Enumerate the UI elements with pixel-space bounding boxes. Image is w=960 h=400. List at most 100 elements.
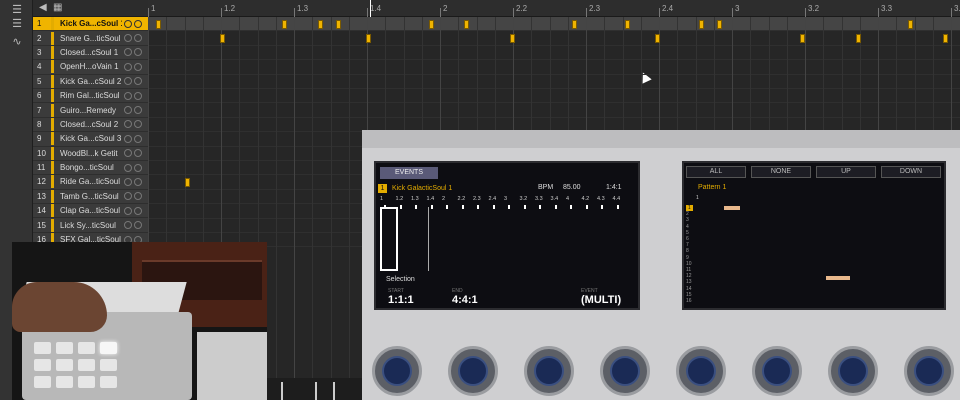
track-name[interactable]: Kick Ga...cSoul 2 (60, 77, 122, 86)
knob-4[interactable] (600, 346, 650, 396)
all-button[interactable]: ALL (686, 166, 746, 178)
note-event[interactable] (572, 19, 577, 29)
track-name[interactable]: Ride Ga...ticSoul (60, 177, 122, 186)
track-row[interactable]: 13 Tamb G...ticSoul (33, 189, 148, 205)
mute-icon[interactable] (124, 106, 132, 115)
track-row[interactable]: 12 Ride Ga...ticSoul (33, 175, 148, 190)
track-name[interactable]: OpenH...oVain 1 (60, 62, 122, 71)
track-row[interactable]: 1 Kick Ga...cSoul 1 (33, 17, 148, 32)
note-event[interactable] (717, 19, 722, 29)
solo-icon[interactable] (134, 177, 142, 186)
note-event[interactable] (943, 33, 948, 43)
mute-icon[interactable] (124, 120, 132, 129)
track-row[interactable]: 2 Snare G...ticSoul (33, 31, 148, 46)
note-event[interactable] (625, 19, 630, 29)
track-name[interactable]: Bongo...ticSoul (60, 163, 122, 172)
track-row[interactable]: 9 Kick Ga...cSoul 3 (33, 132, 148, 147)
note-event[interactable] (429, 19, 434, 29)
grid-icon[interactable]: ▦ (53, 2, 62, 13)
note-event[interactable] (282, 19, 287, 29)
track-name[interactable]: Lick Sy...ticSoul (60, 221, 122, 230)
track-row[interactable]: 7 Guiro...Remedy (33, 103, 148, 118)
mute-icon[interactable] (124, 34, 132, 43)
track-row[interactable]: 5 Kick Ga...cSoul 2 (33, 74, 148, 89)
solo-icon[interactable] (134, 221, 142, 230)
down-button[interactable]: DOWN (881, 166, 941, 178)
solo-icon[interactable] (134, 77, 142, 86)
solo-icon[interactable] (134, 120, 142, 129)
solo-icon[interactable] (134, 34, 142, 43)
note-event[interactable] (908, 19, 913, 29)
note-event[interactable] (510, 33, 515, 43)
grid-row[interactable] (148, 89, 960, 104)
mute-icon[interactable] (124, 62, 132, 71)
knob-6[interactable] (752, 346, 802, 396)
track-row[interactable]: 10 WoodBl...k Getit (33, 146, 148, 161)
grid-row[interactable] (148, 46, 960, 61)
solo-icon[interactable] (134, 48, 142, 57)
mute-icon[interactable] (124, 206, 132, 215)
knob-8[interactable] (904, 346, 954, 396)
track-row[interactable]: 6 Rim Gal...ticSoul (33, 88, 148, 104)
note-event[interactable] (185, 177, 190, 187)
note-event[interactable] (318, 19, 323, 29)
track-name[interactable]: Closed...cSoul 1 (60, 48, 122, 57)
solo-icon[interactable] (134, 91, 142, 100)
track-name[interactable]: Clap Ga...ticSoul (60, 206, 122, 215)
playhead[interactable] (370, 0, 371, 17)
mute-icon[interactable] (124, 77, 132, 86)
knob-5[interactable] (676, 346, 726, 396)
track-row[interactable]: 4 OpenH...oVain 1 (33, 60, 148, 75)
track-row[interactable]: 8 Closed...cSoul 2 (33, 117, 148, 133)
mute-icon[interactable] (124, 91, 132, 100)
up-button[interactable]: UP (816, 166, 876, 178)
knob-2[interactable] (448, 346, 498, 396)
knob-1[interactable] (372, 346, 422, 396)
note-event[interactable] (699, 19, 704, 29)
solo-icon[interactable] (134, 62, 142, 71)
grid-row[interactable] (148, 75, 960, 89)
solo-icon[interactable] (134, 206, 142, 215)
track-name[interactable]: Kick Ga...cSoul 1 (60, 19, 122, 28)
knob-3[interactable] (524, 346, 574, 396)
grid-row[interactable] (148, 31, 960, 46)
events-tab[interactable]: EVENTS (380, 167, 438, 179)
mute-icon[interactable] (124, 221, 132, 230)
mute-icon[interactable] (124, 192, 132, 201)
track-name[interactable]: Tamb G...ticSoul (60, 192, 122, 201)
mute-icon[interactable] (124, 177, 132, 186)
solo-icon[interactable] (134, 19, 142, 28)
mute-icon[interactable] (124, 19, 132, 28)
note-event[interactable] (366, 33, 371, 43)
mute-icon[interactable] (124, 48, 132, 57)
grid-row[interactable] (148, 17, 960, 32)
track-row[interactable]: 11 Bongo...ticSoul (33, 160, 148, 176)
note-event[interactable] (336, 19, 341, 29)
none-button[interactable]: NONE (751, 166, 811, 178)
note-event[interactable] (220, 33, 225, 43)
list-icon[interactable]: ☰ (8, 18, 26, 30)
track-row[interactable]: 14 Clap Ga...ticSoul (33, 204, 148, 219)
grid-row[interactable] (148, 103, 960, 118)
waveform-icon[interactable]: ∿ (8, 36, 26, 48)
pattern-note[interactable] (724, 206, 740, 210)
pattern-note[interactable] (826, 276, 850, 280)
solo-icon[interactable] (134, 163, 142, 172)
speaker-icon[interactable]: ◀ (39, 2, 47, 13)
note-event[interactable] (464, 19, 469, 29)
track-row[interactable]: 3 Closed...cSoul 1 (33, 45, 148, 61)
mute-icon[interactable] (124, 134, 132, 143)
solo-icon[interactable] (134, 134, 142, 143)
track-name[interactable]: Rim Gal...ticSoul (60, 91, 122, 100)
track-name[interactable]: Closed...cSoul 2 (60, 120, 122, 129)
grid-row[interactable] (148, 60, 960, 75)
note-event[interactable] (655, 33, 660, 43)
knob-7[interactable] (828, 346, 878, 396)
track-name[interactable]: WoodBl...k Getit (60, 149, 122, 158)
solo-icon[interactable] (134, 149, 142, 158)
track-name[interactable]: Snare G...ticSoul (60, 34, 122, 43)
note-event[interactable] (156, 19, 161, 29)
track-name[interactable]: Kick Ga...cSoul 3 (60, 134, 122, 143)
note-event[interactable] (800, 33, 805, 43)
solo-icon[interactable] (134, 192, 142, 201)
